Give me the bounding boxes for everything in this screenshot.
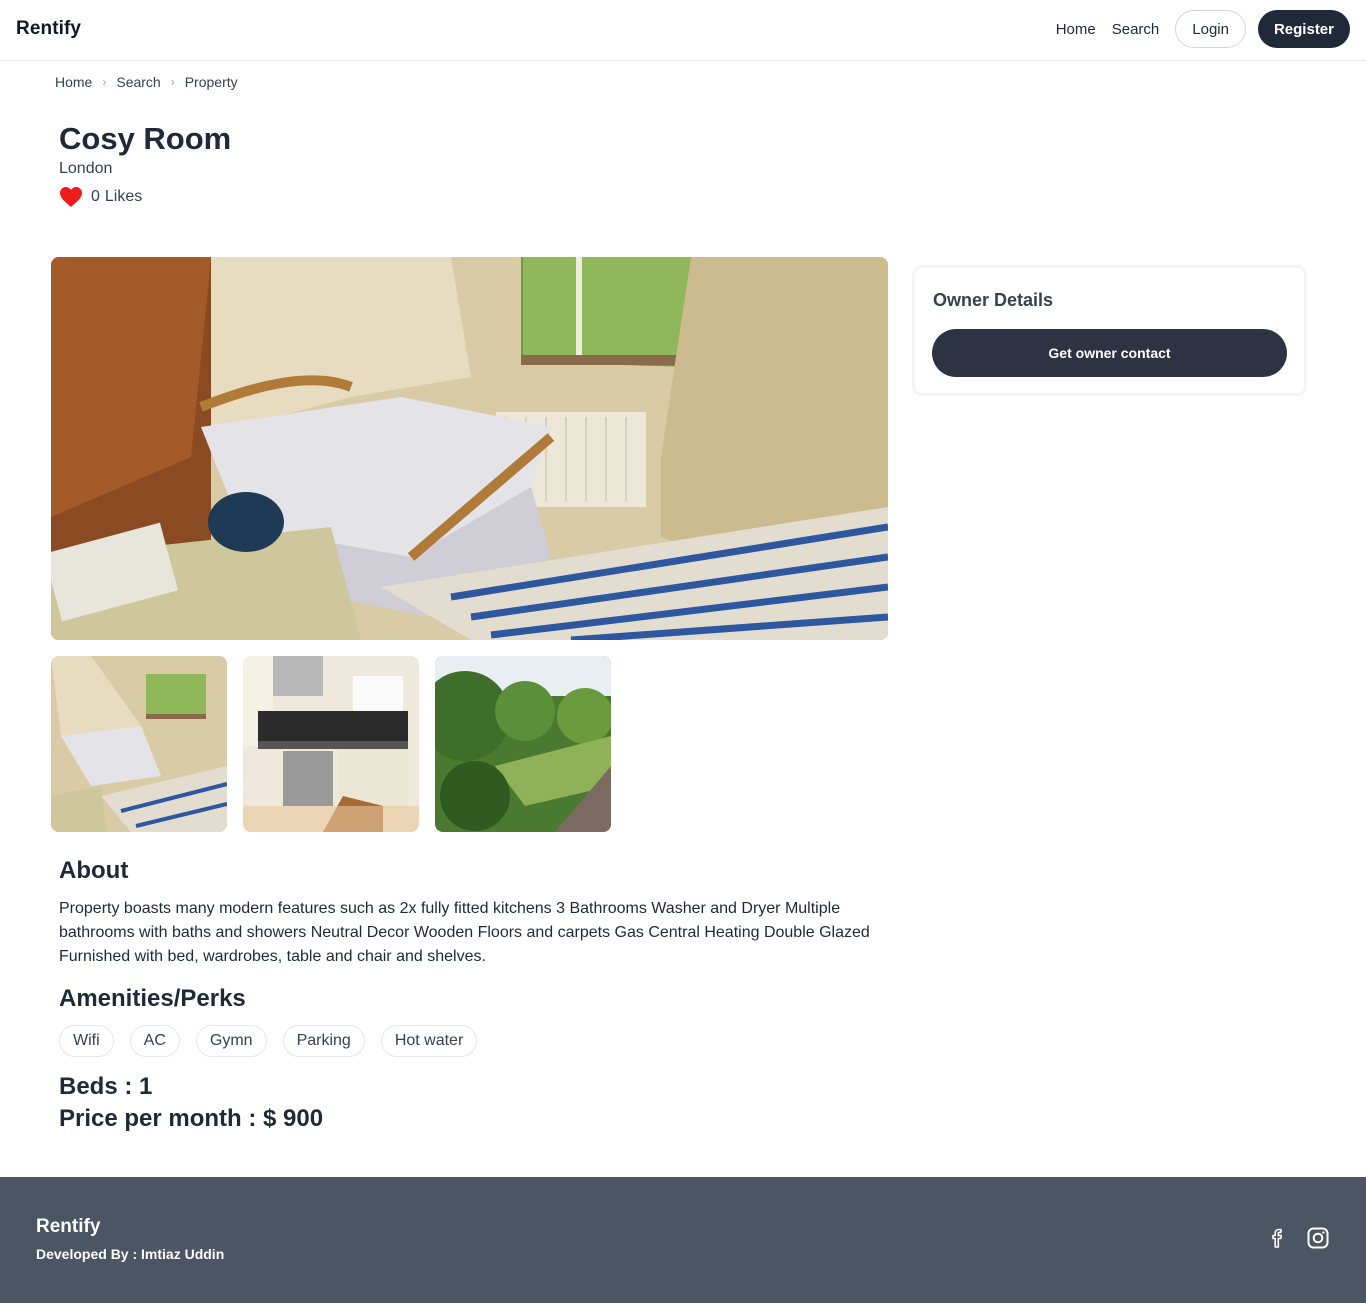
amenity-chip: AC [129, 1025, 180, 1057]
owner-details-heading: Owner Details [933, 290, 1054, 310]
nav-link-home[interactable]: Home [1056, 21, 1096, 38]
breadcrumb-home[interactable]: Home [55, 74, 92, 90]
facebook-icon[interactable] [1266, 1226, 1290, 1250]
bedroom-photo [51, 257, 888, 640]
about-heading: About [59, 857, 129, 884]
footer-brand: Rentify [36, 1216, 101, 1237]
thumbnail-gallery [51, 656, 627, 832]
chevron-right-icon: › [102, 75, 107, 89]
heart-icon[interactable] [59, 186, 83, 208]
amenity-chip: Gymn [195, 1025, 267, 1057]
amenities-heading: Amenities/Perks [59, 985, 246, 1012]
amenity-chip: Hot water [380, 1025, 478, 1057]
footer: Rentify Developed By : Imtiaz Uddin [0, 1177, 1366, 1303]
amenity-chip: Parking [282, 1025, 365, 1057]
login-button[interactable]: Login [1175, 10, 1246, 48]
nav-link-search[interactable]: Search [1112, 21, 1160, 38]
amenity-chip: Wifi [59, 1025, 114, 1057]
price-per-month: Price per month : $ 900 [59, 1105, 324, 1132]
main-property-image [51, 257, 888, 640]
thumbnail-bedroom[interactable] [51, 656, 227, 832]
navbar: Rentify Home Search Login Register [0, 0, 1366, 61]
register-button[interactable]: Register [1257, 10, 1350, 48]
breadcrumb: Home › Search › Property [55, 74, 238, 90]
chevron-right-icon: › [170, 75, 175, 89]
beds-count: Beds : 1 [59, 1073, 153, 1100]
about-text: Property boasts many modern features suc… [59, 900, 870, 965]
get-owner-contact-button[interactable]: Get owner contact [932, 329, 1287, 377]
social-links [1250, 1226, 1330, 1250]
likes-label: Likes [104, 188, 143, 205]
likes-count: 0 [91, 188, 100, 205]
footer-developer-credit: Developed By : Imtiaz Uddin [36, 1246, 225, 1262]
likes: 0 Likes [59, 186, 142, 208]
nav-links: Home Search Login Register [1056, 10, 1350, 48]
breadcrumb-property[interactable]: Property [185, 74, 238, 90]
property-title: Cosy Room [59, 121, 232, 156]
thumbnail-garden[interactable] [435, 656, 611, 832]
amenities-list: Wifi AC Gymn Parking Hot water [59, 1025, 493, 1057]
breadcrumb-search[interactable]: Search [116, 74, 160, 90]
owner-details-card: Owner Details Get owner contact [912, 265, 1307, 396]
thumbnail-kitchen[interactable] [243, 656, 419, 832]
brand-logo[interactable]: Rentify [16, 18, 81, 40]
instagram-icon[interactable] [1306, 1226, 1330, 1250]
property-location: London [59, 160, 113, 177]
